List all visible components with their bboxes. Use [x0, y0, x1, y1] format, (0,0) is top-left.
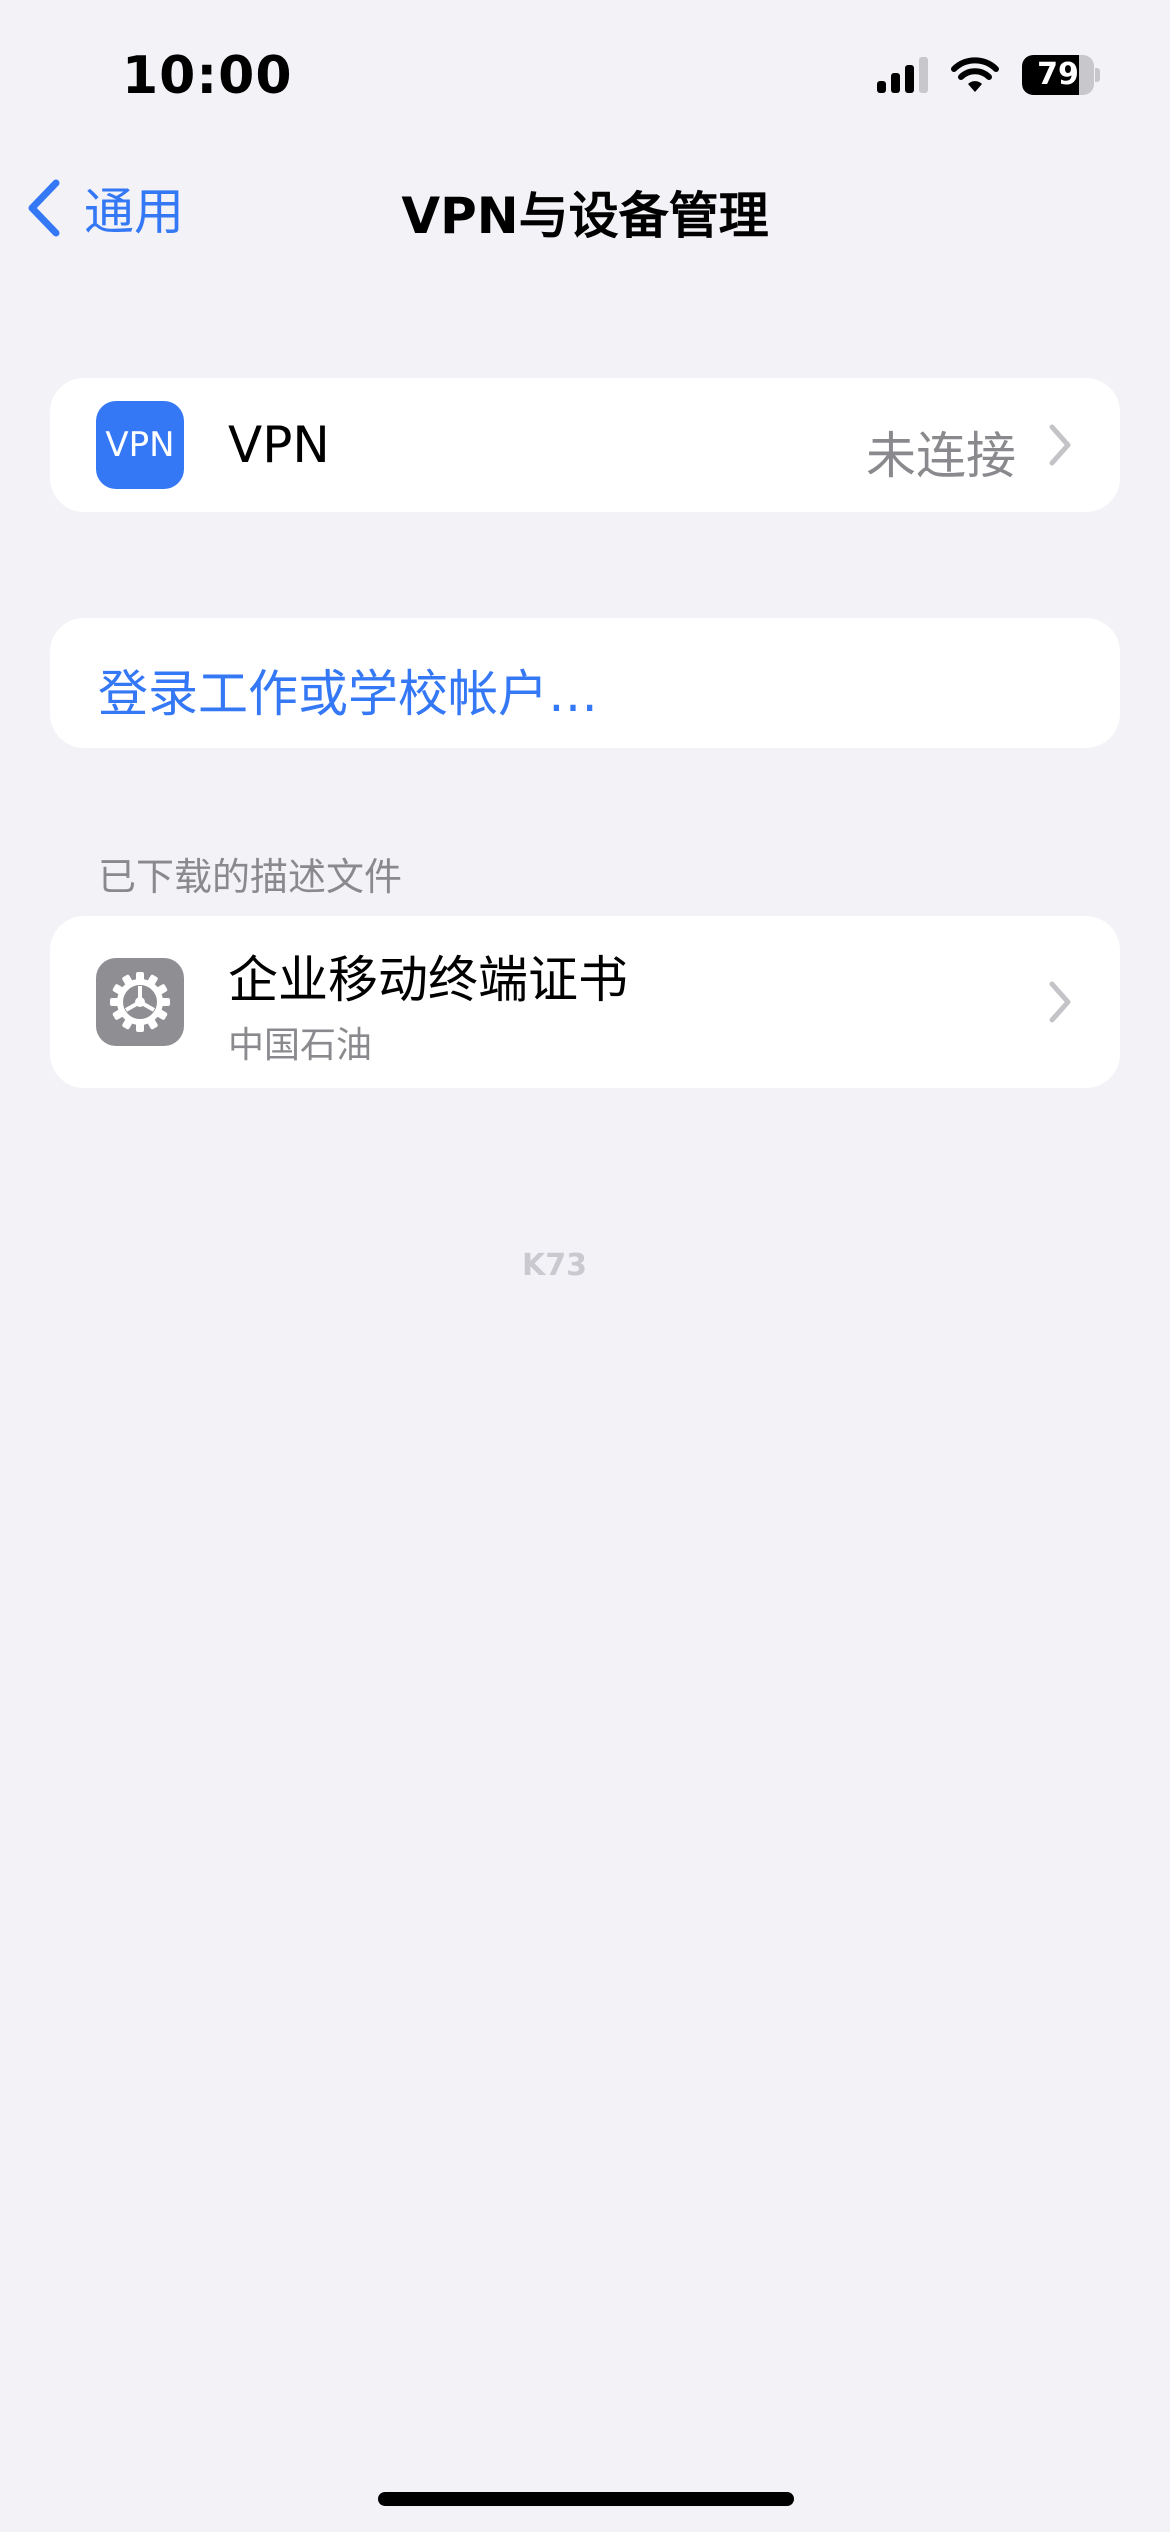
status-time: 10:00 — [122, 46, 293, 106]
battery-percent: 79 — [1037, 57, 1079, 92]
vpn-status: 未连接 — [866, 427, 1016, 485]
home-indicator[interactable] — [378, 2492, 794, 2506]
profiles-group: 企业移动终端证书 中国石油 — [50, 916, 1120, 1088]
profile-app-icon — [96, 958, 184, 1046]
battery-icon: 79 — [1022, 55, 1100, 95]
watermark-logo: K73 — [522, 1248, 587, 1283]
vpn-row[interactable]: VPN VPN 未连接 — [50, 378, 1120, 512]
vpn-group: VPN VPN 未连接 — [50, 378, 1120, 512]
sign-in-account-link[interactable]: 登录工作或学校帐户… — [98, 654, 598, 726]
vpn-app-icon: VPN — [96, 401, 184, 489]
account-group: 登录工作或学校帐户… — [50, 618, 1120, 748]
profiles-section-header: 已下载的描述文件 — [98, 855, 403, 899]
profile-subtitle: 中国石油 — [228, 1025, 373, 1066]
page-title: VPN与设备管理 — [401, 187, 769, 245]
vpn-row-title: VPN — [228, 416, 330, 474]
signal-icon — [877, 57, 928, 93]
chevron-right-icon — [1049, 981, 1071, 1023]
status-icons: 79 — [877, 55, 1100, 95]
gear-icon — [110, 972, 170, 1032]
profile-title: 企业移动终端证书 — [228, 951, 628, 1009]
wifi-icon — [951, 57, 999, 92]
profile-row[interactable]: 企业移动终端证书 中国石油 — [50, 916, 1120, 1088]
chevron-right-icon — [1049, 424, 1071, 466]
